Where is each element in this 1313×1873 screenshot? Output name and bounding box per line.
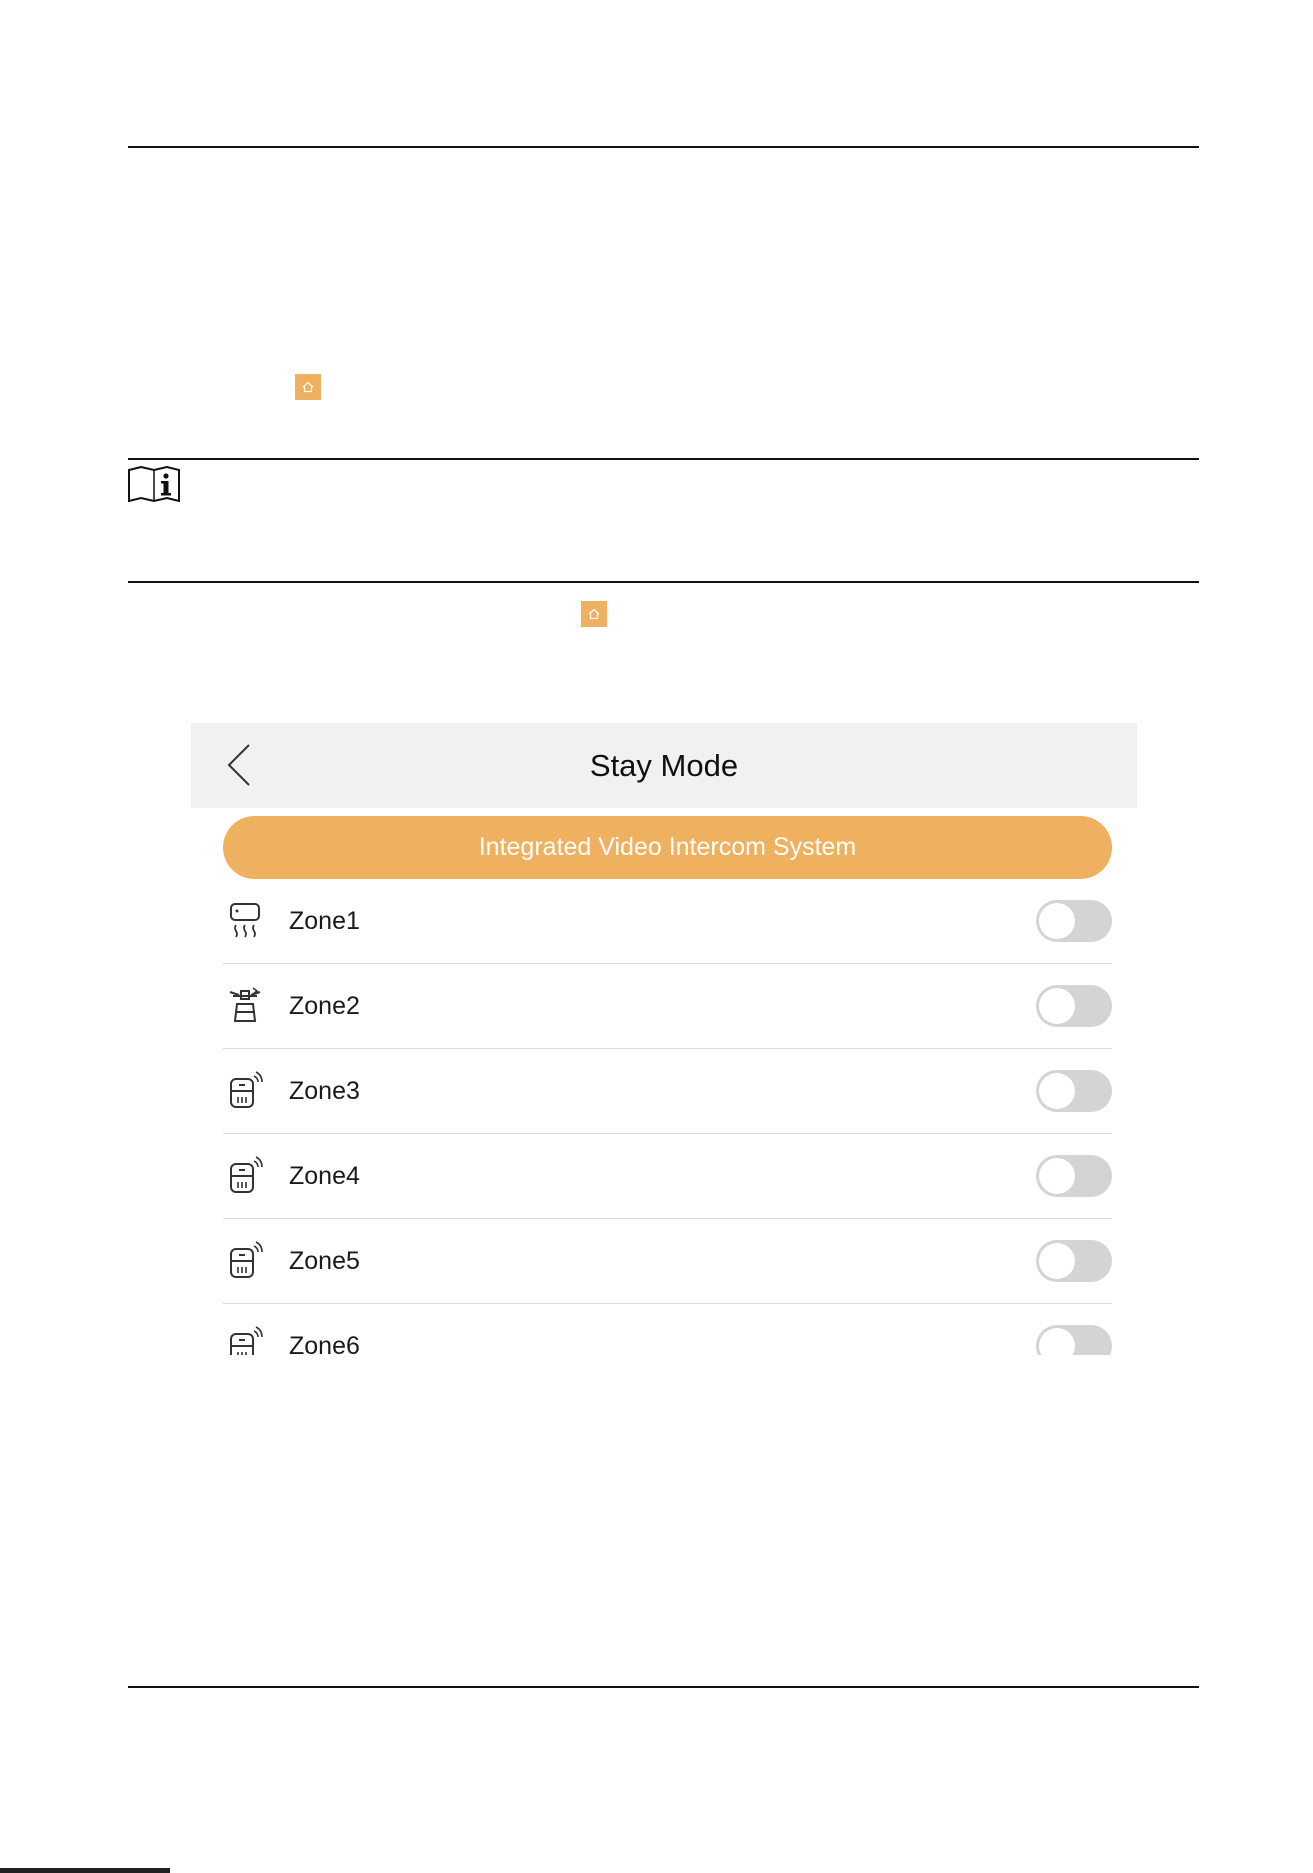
zone-toggle[interactable] — [1036, 985, 1112, 1027]
note-icon — [128, 465, 180, 503]
system-banner[interactable]: Integrated Video Intercom System — [223, 816, 1112, 879]
zone-toggle[interactable] — [1036, 1155, 1112, 1197]
wireless-detector-icon — [225, 1069, 265, 1111]
zone-label: Zone4 — [289, 1162, 360, 1190]
note-top-rule — [128, 458, 1199, 460]
heater-icon — [225, 899, 265, 941]
bottom-edge-strip — [0, 1868, 1313, 1873]
note-bottom-rule — [128, 581, 1199, 583]
zone-label: Zone5 — [289, 1247, 360, 1275]
toggle-knob — [1039, 1158, 1075, 1194]
zone-row: Zone2 — [223, 964, 1112, 1049]
zone-row: Zone1 — [223, 879, 1112, 964]
stay-mode-screenshot: Stay Mode Integrated Video Intercom Syst… — [191, 723, 1137, 1355]
toggle-knob — [1039, 988, 1075, 1024]
toggle-knob — [1039, 903, 1075, 939]
wireless-detector-icon — [225, 1324, 265, 1355]
zone-label: Zone1 — [289, 907, 360, 935]
zone-row: Zone3 — [223, 1049, 1112, 1134]
zone-toggle[interactable] — [1036, 1070, 1112, 1112]
home-icon — [581, 601, 607, 627]
zone-label: Zone6 — [289, 1332, 360, 1355]
page-title: Stay Mode — [589, 748, 739, 783]
toggle-knob — [1039, 1243, 1075, 1279]
home-icon — [295, 374, 321, 400]
zone-label: Zone3 — [289, 1077, 360, 1105]
toggle-knob — [1039, 1328, 1075, 1355]
wireless-detector-icon — [225, 1239, 265, 1281]
zone-toggle[interactable] — [1036, 1325, 1112, 1355]
zone-toggle[interactable] — [1036, 1240, 1112, 1282]
zone-list: Zone1 Zone2 Zone3 Zone4 Zone5 Zone6 — [223, 879, 1112, 1355]
header-rule — [128, 146, 1199, 148]
zone-label: Zone2 — [289, 992, 360, 1020]
zone-toggle[interactable] — [1036, 900, 1112, 942]
back-button[interactable] — [219, 741, 259, 789]
gas-stove-icon — [225, 984, 265, 1026]
footer-rule — [128, 1686, 1199, 1688]
zone-row: Zone5 — [223, 1219, 1112, 1304]
zone-row: Zone4 — [223, 1134, 1112, 1219]
wireless-detector-icon — [225, 1154, 265, 1196]
chevron-left-icon — [227, 744, 250, 786]
toggle-knob — [1039, 1073, 1075, 1109]
zone-row: Zone6 — [223, 1304, 1112, 1355]
